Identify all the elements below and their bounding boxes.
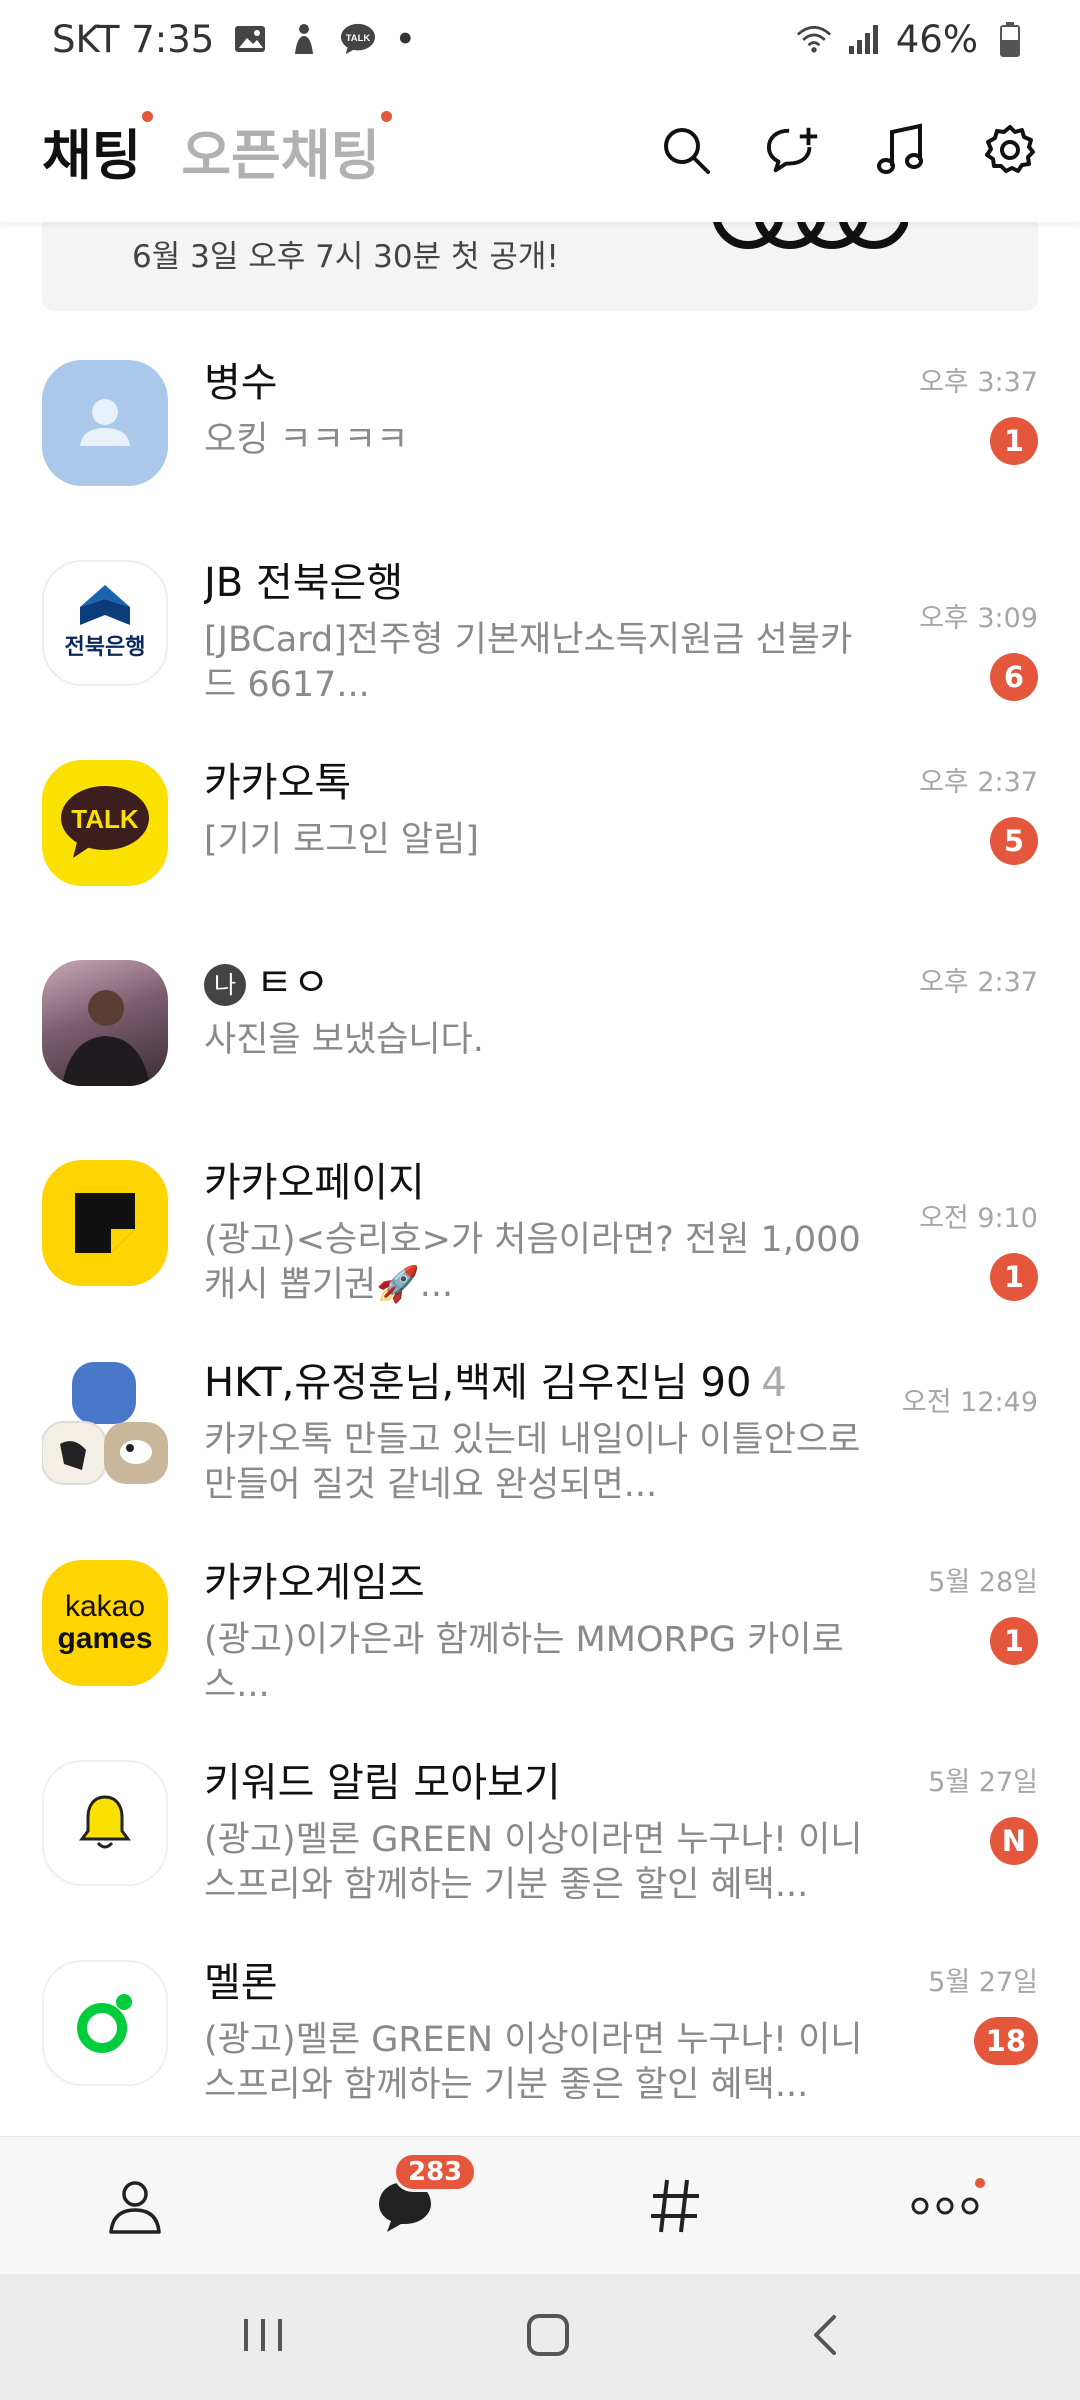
chat-header: 채팅 오픈채팅 — [0, 78, 1080, 222]
unread-badge: 18 — [973, 2017, 1038, 2065]
hashtag-icon[interactable] — [635, 2166, 715, 2246]
unread-badge: 1 — [990, 1617, 1038, 1665]
status-bar: SKT 7:35 TALK • 46% — [0, 0, 1080, 78]
chat-preview: (광고)멜론 GREEN 이상이라면 누구나! 이니스프리와 함께하는 기분 좋… — [204, 1820, 863, 1905]
kakaopage-avatar — [42, 1160, 168, 1286]
chat-preview: (광고)멜론 GREEN 이상이라면 누구나! 이니스프리와 함께하는 기분 좋… — [204, 2020, 863, 2105]
chat-name: JB 전북은행 — [204, 560, 404, 606]
app-notification-icon — [286, 21, 322, 57]
chat-time: 오후 3:09 — [919, 603, 1038, 634]
chat-row[interactable]: kakao games 카카오게임즈 (광고)이가은과 함께하는 MMORPG … — [0, 1540, 1080, 1740]
kakaogames-avatar: kakao games — [42, 1560, 168, 1686]
new-badge: N — [989, 1817, 1038, 1865]
recent-apps-icon[interactable] — [240, 2315, 286, 2359]
chat-row[interactable]: 전북은행 JB 전북은행 [JBCard]전주형 기본재난소득지원금 선불카드 … — [0, 540, 1080, 740]
bell-icon — [79, 1795, 131, 1849]
chat-name: 나 ㅌㅇ — [204, 956, 884, 1010]
melon-avatar — [42, 1960, 168, 2086]
kakaogames-logo-text: games — [57, 1622, 153, 1655]
chat-preview: [기기 로그인 알림] — [204, 820, 479, 860]
kakaogames-logo-text: kakao — [64, 1590, 146, 1623]
chat-time: 오후 2:37 — [919, 767, 1038, 798]
chat-time: 5월 28일 — [928, 1567, 1038, 1598]
chat-name: 카카오게임즈 — [204, 1560, 425, 1606]
default-profile-avatar — [42, 360, 168, 486]
banner-text: 6월 3일 오후 7시 30분 첫 공개! — [132, 239, 559, 275]
tab-open-chat[interactable]: 오픈채팅 — [181, 110, 393, 190]
chat-name: 멜론 — [204, 1960, 278, 2006]
chat-preview: 카카오톡 만들고 있는데 내일이나 이틀안으로 만들어 질것 같네요 완성되면.… — [204, 1420, 861, 1505]
chat-preview: (광고)이가은과 함께하는 MMORPG 카이로스... — [204, 1620, 844, 1705]
chat-name: 카카오톡 — [204, 760, 352, 806]
new-indicator-dot — [975, 2177, 985, 2188]
unread-badge: 5 — [990, 817, 1038, 865]
kakaopage-logo-icon — [75, 1193, 135, 1253]
carrier-time: SKT 7:35 — [52, 17, 215, 61]
new-indicator-dot — [142, 110, 154, 122]
talk-bubble-icon: TALK — [61, 786, 149, 858]
chat-time: 오전 9:10 — [919, 1203, 1038, 1234]
jb-bank-logo-text: 전북은행 — [64, 635, 146, 660]
chat-time: 오후 2:37 — [919, 967, 1038, 998]
group-avatar — [42, 1360, 168, 1486]
gallery-notification-icon — [232, 21, 268, 57]
unread-badge: 1 — [990, 1253, 1038, 1301]
jb-bank-avatar: 전북은행 — [42, 560, 168, 686]
me-badge: 나 — [204, 964, 246, 1006]
home-icon[interactable] — [525, 2312, 571, 2362]
chat-preview: [JBCard]전주형 기본재난소득지원금 선불카드 6617... — [204, 620, 853, 705]
unread-badge: 1 — [990, 417, 1038, 465]
tab-chats[interactable]: 채팅 — [42, 110, 154, 190]
chat-name: HKT,유정훈님,백제 김우진님 90 4 — [204, 1360, 787, 1406]
melon-logo-icon — [77, 1994, 132, 2053]
battery-icon — [992, 21, 1028, 57]
chat-preview: 사진을 보냈습니다. — [204, 1020, 484, 1060]
chat-preview: (광고)<승리호>가 처음이라면? 전원 1,000캐시 뽑기권🚀... — [204, 1220, 861, 1305]
chat-icon[interactable]: 283 — [365, 2151, 478, 2246]
more-icon[interactable] — [905, 2166, 985, 2246]
chat-list: 병수 오킹 ㅋㅋㅋㅋ 오후 3:37 1 전북은행 JB 전북은행 [JBCar… — [0, 340, 1080, 2140]
music-icon[interactable] — [874, 122, 930, 178]
svg-text:TALK: TALK — [346, 33, 371, 44]
new-chat-icon[interactable] — [766, 122, 822, 178]
member-count: 4 — [761, 1360, 787, 1406]
kakaotalk-avatar: TALK — [42, 760, 168, 886]
signal-icon — [846, 21, 882, 57]
back-icon[interactable] — [810, 2313, 840, 2361]
new-indicator-dot — [381, 110, 393, 122]
chat-name: 키워드 알림 모아보기 — [204, 1760, 561, 1806]
bottom-navigation: 283 — [0, 2136, 1080, 2274]
friends-icon[interactable] — [95, 2166, 175, 2246]
chat-time: 5월 27일 — [928, 1967, 1038, 1998]
settings-icon[interactable] — [982, 122, 1038, 178]
wifi-icon — [796, 21, 832, 57]
chat-time: 5월 27일 — [928, 1767, 1038, 1798]
chat-preview: 오킹 ㅋㅋㅋㅋ — [204, 420, 409, 460]
keyword-alert-avatar — [42, 1760, 168, 1886]
chat-row[interactable]: 병수 오킹 ㅋㅋㅋㅋ 오후 3:37 1 — [0, 340, 1080, 540]
chat-row[interactable]: TALK 카카오톡 [기기 로그인 알림] 오후 2:37 5 — [0, 740, 1080, 940]
more-notifications-dot: • — [394, 17, 417, 61]
talk-notification-icon: TALK — [340, 21, 376, 57]
chat-time: 오전 12:49 — [901, 1387, 1038, 1418]
chat-row[interactable]: 멜론 (광고)멜론 GREEN 이상이라면 누구나! 이니스프리와 함께하는 기… — [0, 1940, 1080, 2140]
chat-name: 카카오페이지 — [204, 1160, 425, 1206]
chat-unread-badge: 283 — [393, 2151, 478, 2192]
chat-row[interactable]: HKT,유정훈님,백제 김우진님 90 4 카카오톡 만들고 있는데 내일이나 이… — [0, 1340, 1080, 1540]
chat-time: 오후 3:37 — [919, 367, 1038, 398]
chat-row[interactable]: 카카오페이지 (광고)<승리호>가 처음이라면? 전원 1,000캐시 뽑기권🚀… — [0, 1140, 1080, 1340]
search-icon[interactable] — [658, 122, 714, 178]
chat-name: 병수 — [204, 360, 278, 406]
battery-percent: 46% — [895, 17, 978, 61]
profile-photo-avatar — [42, 960, 168, 1086]
chat-row[interactable]: 키워드 알림 모아보기 (광고)멜론 GREEN 이상이라면 누구나! 이니스프… — [0, 1740, 1080, 1940]
svg-text:TALK: TALK — [71, 804, 139, 834]
chat-row[interactable]: 나 ㅌㅇ 사진을 보냈습니다. 오후 2:37 — [0, 940, 1080, 1140]
unread-badge: 6 — [990, 653, 1038, 701]
jb-bank-logo-icon — [80, 585, 130, 625]
system-navigation-bar — [0, 2274, 1080, 2400]
